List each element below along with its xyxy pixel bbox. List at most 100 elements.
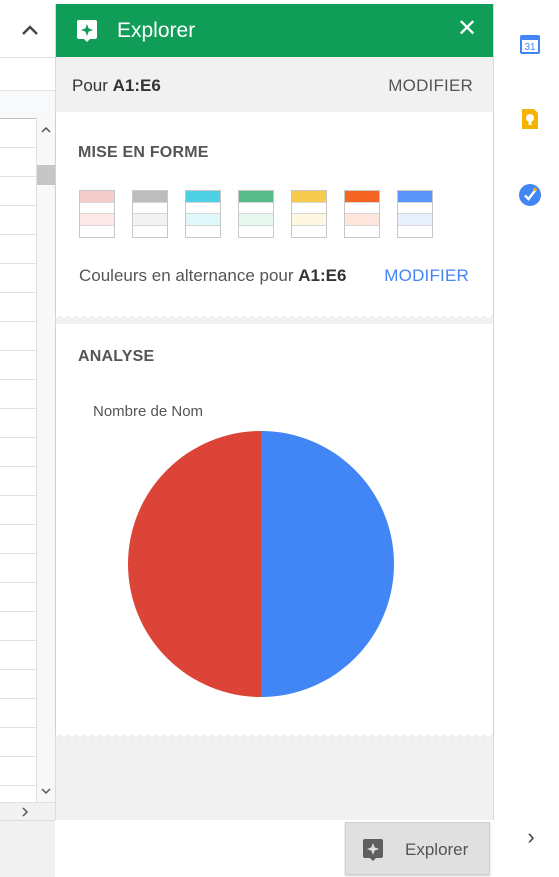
swatch-row: [292, 202, 326, 214]
card-torn-edge: [56, 315, 493, 318]
swatch-row: [133, 214, 167, 226]
keep-icon[interactable]: [518, 107, 542, 131]
grid-row-line: [0, 669, 36, 670]
chevron-up-icon: [22, 25, 38, 35]
range-label: Pour A1:E6: [72, 76, 161, 96]
modify-colors-button[interactable]: MODIFIER: [384, 266, 469, 286]
swatch-row: [292, 191, 326, 203]
swatch-row: [186, 225, 220, 237]
panel-header: Explorer ✕: [56, 4, 493, 57]
explore-panel: Explorer ✕ Pour A1:E6 MODIFIER MISE EN F…: [55, 4, 494, 820]
color-swatch-orange[interactable]: [344, 190, 380, 238]
swatch-row: [133, 202, 167, 214]
grid-row-line: [0, 495, 36, 496]
range-prefix: Pour: [72, 76, 108, 95]
swatch-row: [133, 225, 167, 237]
swatch-row: [239, 202, 273, 214]
grid-row-line: [0, 785, 36, 786]
grid-row-line: [0, 292, 36, 293]
analysis-card: ANALYSE Nombre de Nom: [56, 324, 493, 734]
grid-row-line: [0, 756, 36, 757]
collapse-toolbar-button[interactable]: [18, 18, 42, 42]
explore-button-label: Explorer: [405, 840, 469, 859]
grid-row-line: [0, 205, 36, 206]
tasks-icon[interactable]: [518, 183, 542, 207]
swatch-row: [186, 202, 220, 214]
grid-row-line: [0, 321, 36, 322]
grid-row-line: [0, 234, 36, 235]
scroll-right-arrow-icon[interactable]: [16, 803, 34, 821]
explore-icon: [77, 20, 97, 42]
format-card: MISE EN FORME Couleurs en alternance pou…: [56, 112, 493, 315]
color-swatches: [79, 190, 479, 240]
swatch-row: [292, 225, 326, 237]
scroll-down-arrow-icon[interactable]: [37, 782, 55, 800]
swatch-row: [239, 225, 273, 237]
explore-icon: [363, 839, 383, 861]
range-value: A1:E6: [112, 76, 161, 95]
color-swatch-red[interactable]: [79, 190, 115, 238]
calendar-day: 31: [524, 42, 536, 53]
horizontal-scrollbar[interactable]: [0, 802, 55, 821]
pie-chart[interactable]: [56, 324, 493, 734]
swatch-row: [398, 225, 432, 237]
pie-slice[interactable]: [128, 431, 261, 697]
range-bar: Pour A1:E6 MODIFIER: [56, 57, 493, 112]
panel-title: Explorer: [117, 19, 196, 42]
color-swatch-green[interactable]: [238, 190, 274, 238]
format-card-title: MISE EN FORME: [78, 144, 209, 161]
grid-row-line: [0, 466, 36, 467]
color-swatch-blue[interactable]: [397, 190, 433, 238]
grid-row-line: [0, 147, 36, 148]
swatch-row: [345, 202, 379, 214]
cell-grid[interactable]: [0, 118, 36, 820]
grid-row-line: [0, 553, 36, 554]
grid-row-line: [0, 263, 36, 264]
vertical-scrollbar[interactable]: [36, 118, 55, 802]
grid-row-line: [0, 408, 36, 409]
color-swatch-yellow[interactable]: [291, 190, 327, 238]
chevron-right-icon[interactable]: ›: [521, 826, 541, 848]
swatch-row: [345, 225, 379, 237]
alternating-colors-range: A1:E6: [298, 266, 347, 285]
color-swatch-cyan[interactable]: [185, 190, 221, 238]
sheet-tab-bar: [0, 820, 55, 877]
scroll-up-arrow-icon[interactable]: [37, 120, 55, 138]
calendar-icon[interactable]: 31: [518, 32, 542, 56]
grid-row-line: [0, 611, 36, 612]
pie-slice[interactable]: [261, 431, 394, 697]
swatch-row: [133, 191, 167, 203]
sheet-toolbar: [0, 0, 55, 58]
grid-row-line: [0, 582, 36, 583]
alternating-colors-label: Couleurs en alternance pour A1:E6: [79, 266, 346, 286]
swatch-row: [186, 191, 220, 203]
grid-row-line: [0, 437, 36, 438]
swatch-row: [398, 214, 432, 226]
swatch-row: [239, 191, 273, 203]
swatch-row: [80, 225, 114, 237]
grid-row-line: [0, 379, 36, 380]
modify-range-button[interactable]: MODIFIER: [388, 76, 473, 96]
grid-row-line: [0, 524, 36, 525]
sheet-area: [0, 0, 55, 877]
grid-row-line: [0, 698, 36, 699]
swatch-row: [80, 191, 114, 203]
swatch-row: [239, 214, 273, 226]
swatch-row: [345, 214, 379, 226]
card-torn-edge: [56, 734, 493, 737]
swatch-row: [80, 214, 114, 226]
grid-row-line: [0, 727, 36, 728]
explore-button[interactable]: Explorer: [345, 822, 490, 875]
grid-row-line: [0, 350, 36, 351]
swatch-row: [398, 191, 432, 203]
color-swatch-gray[interactable]: [132, 190, 168, 238]
grid-row-line: [0, 640, 36, 641]
close-icon[interactable]: ✕: [455, 16, 479, 42]
column-header-row: [0, 90, 55, 119]
alternating-colors-text: Couleurs en alternance pour: [79, 266, 294, 285]
swatch-row: [80, 202, 114, 214]
swatch-row: [186, 214, 220, 226]
swatch-row: [292, 214, 326, 226]
swatch-row: [345, 191, 379, 203]
scrollbar-thumb[interactable]: [37, 165, 55, 185]
